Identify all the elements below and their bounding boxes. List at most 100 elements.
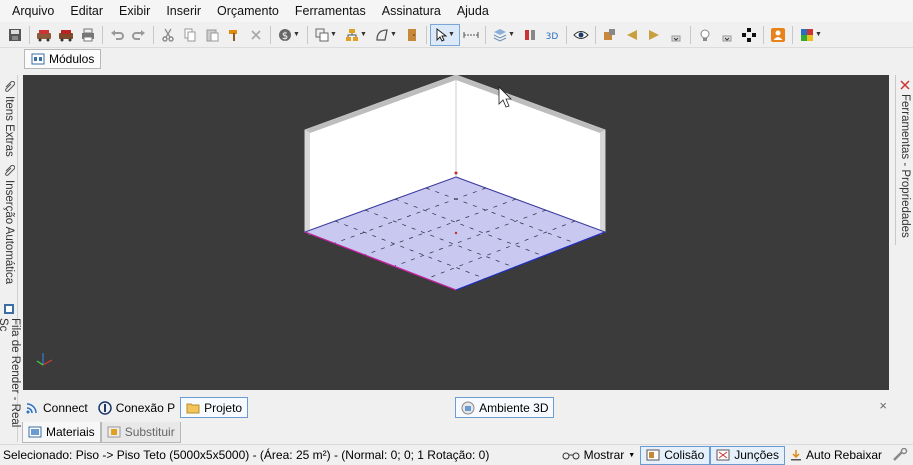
modules-icon [31, 53, 45, 65]
wifi-signal-icon [25, 402, 39, 414]
tab-insercao-automatica[interactable]: Inserção Automática [1, 165, 17, 284]
tab-substituir[interactable]: Substituir [100, 422, 181, 443]
measure-icon[interactable] [460, 24, 482, 46]
menu-inserir[interactable]: Inserir [158, 0, 209, 22]
money-icon: $ [278, 28, 292, 42]
tab-insercao-automatica-label: Inserção Automática [3, 180, 15, 285]
undo-icon[interactable] [106, 24, 128, 46]
mostrar-dropdown[interactable]: Mostrar ▼ [557, 446, 641, 465]
tab-substituir-label: Substituir [124, 425, 175, 439]
right-side-panel: Ferramentas - Propriedades [895, 75, 913, 245]
select-tool-dropdown[interactable]: ▼ [430, 23, 460, 46]
toolbar-separator [153, 25, 154, 44]
tab-connect[interactable]: Connect [20, 397, 93, 418]
hammer-icon[interactable] [223, 24, 245, 46]
tool-wrench-button[interactable] [887, 446, 913, 465]
arrow-right-icon[interactable] [643, 24, 665, 46]
menu-editar[interactable]: Editar [62, 0, 111, 22]
conexao-logo-icon [97, 400, 112, 415]
render-queue-icon [3, 303, 15, 315]
clip-icon [3, 165, 15, 177]
paste-icon[interactable] [201, 24, 223, 46]
tab-materiais-label: Materiais [46, 425, 95, 439]
palette-icon [800, 28, 814, 42]
tab-connect-label: Connect [43, 400, 88, 415]
delete-icon[interactable] [245, 24, 267, 46]
status-bar: Selecionado: Piso -> Piso Teto (5000x5x5… [0, 444, 913, 465]
replace-icon [107, 426, 121, 438]
render-icon[interactable] [599, 24, 621, 46]
module-car-2-icon[interactable] [55, 24, 77, 46]
menu-exibir[interactable]: Exibir [111, 0, 158, 22]
menu-orcamento[interactable]: Orçamento [209, 0, 287, 22]
layers-dropdown[interactable]: ▼ [311, 24, 341, 46]
small-dropdown-2-icon[interactable] [716, 24, 738, 46]
module-car-icon[interactable] [33, 24, 55, 46]
budget-dropdown[interactable]: $ ▼ [274, 24, 304, 46]
3d-view-icon[interactable]: 3D [541, 24, 563, 46]
elevation-icon[interactable] [519, 24, 541, 46]
folder-icon [186, 402, 200, 414]
3d-viewport[interactable] [23, 75, 889, 390]
move-diamond-icon[interactable] [738, 24, 760, 46]
collision-icon [646, 449, 660, 461]
materials-icon [28, 426, 42, 438]
print-icon[interactable] [77, 24, 99, 46]
cursor-arrow-icon [435, 27, 448, 42]
tab-fila-render[interactable]: Fila de Render - Real Sc [0, 303, 21, 442]
menu-ferramentas[interactable]: Ferramentas [287, 0, 374, 22]
shape-dropdown[interactable]: ▼ [371, 24, 401, 46]
user-icon[interactable] [767, 24, 789, 46]
colisao-toggle[interactable]: Colisão [640, 445, 711, 465]
svg-text:$: $ [282, 31, 288, 42]
door-icon[interactable] [401, 24, 423, 46]
close-icon[interactable]: × [879, 398, 887, 413]
glasses-icon [562, 450, 580, 460]
chevron-down-icon: ▼ [390, 31, 397, 38]
layers-icon [315, 28, 329, 42]
toolbar-separator [792, 25, 793, 44]
tab-conexao-label: Conexão P [115, 400, 176, 415]
axes-gizmo [36, 353, 53, 366]
tab-itens-extras[interactable]: Itens Extras [1, 81, 17, 157]
redo-icon[interactable] [128, 24, 150, 46]
juncoes-label: Junções [734, 448, 779, 462]
tab-ambiente-3d[interactable]: Ambiente 3D [455, 397, 555, 418]
cut-icon[interactable] [157, 24, 179, 46]
tab-modulos[interactable]: Módulos [24, 49, 102, 69]
menu-ajuda[interactable]: Ajuda [449, 0, 497, 22]
tab-ambiente-3d-label: Ambiente 3D [479, 400, 549, 415]
tab-ferramentas-propriedades[interactable]: Ferramentas - Propriedades [897, 79, 913, 238]
arrow-left-icon[interactable] [621, 24, 643, 46]
light-bulb-icon[interactable] [694, 24, 716, 46]
tools-icon [899, 79, 911, 91]
3d-scene[interactable] [23, 75, 889, 390]
menu-bar: Arquivo Editar Exibir Inserir Orçamento … [0, 0, 913, 22]
tab-conexao[interactable]: Conexão P [93, 397, 180, 418]
tab-materiais[interactable]: Materiais [22, 422, 101, 443]
tab-itens-extras-label: Itens Extras [3, 96, 15, 157]
toolbar-separator [29, 25, 30, 44]
structure-dropdown[interactable]: ▼ [341, 24, 371, 46]
save-icon[interactable] [4, 24, 26, 46]
toolbar-separator [485, 25, 486, 44]
chevron-down-icon: ▼ [508, 31, 515, 38]
wrench-icon [892, 448, 908, 462]
menu-arquivo[interactable]: Arquivo [4, 0, 62, 22]
view-mode-dropdown[interactable]: ▼ [489, 24, 519, 46]
auto-rebaixar-toggle[interactable]: Auto Rebaixar [785, 446, 887, 465]
palette-dropdown[interactable]: ▼ [796, 24, 826, 46]
bottom-tab-strip: Connect Conexão P Projeto Ambiente 3D × [20, 396, 893, 419]
copy-icon[interactable] [179, 24, 201, 46]
chevron-down-icon: ▼ [293, 31, 300, 38]
eye-icon[interactable] [570, 24, 592, 46]
small-dropdown-icon[interactable] [665, 24, 687, 46]
tab-projeto[interactable]: Projeto [180, 397, 249, 418]
main-toolbar: $ ▼ ▼ ▼ ▼ ▼ ▼ 3D ▼ [0, 22, 913, 48]
chevron-down-icon: ▼ [360, 31, 367, 38]
juncoes-toggle[interactable]: Junções [710, 445, 785, 465]
menu-assinatura[interactable]: Assinatura [374, 0, 449, 22]
left-side-panel: Itens Extras Inserção Automática Fila de… [0, 75, 21, 442]
toolbar-separator [307, 25, 308, 44]
left-wall-edge [305, 130, 310, 235]
